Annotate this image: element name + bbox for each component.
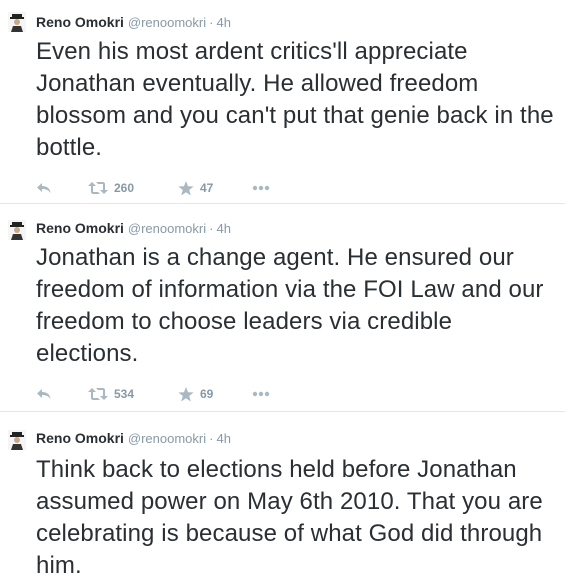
timeline: Reno Omokri @renoomokri · 4h Even his most … <box>0 0 565 579</box>
tweet-actions: 534 69 <box>36 384 555 404</box>
avatar-icon[interactable] <box>8 220 26 240</box>
retweet-count: 260 <box>114 181 135 195</box>
timestamp[interactable]: 4h <box>216 431 230 446</box>
retweet-count: 534 <box>114 387 135 401</box>
more-icon <box>252 391 270 397</box>
tweet-header: Reno Omokri @renoomokri · 4h <box>36 428 555 448</box>
more-icon <box>252 185 270 191</box>
author-handle[interactable]: @renoomokri <box>128 431 206 446</box>
favorite-count: 69 <box>200 387 214 401</box>
author-name[interactable]: Reno Omokri <box>36 220 124 236</box>
tweet-text: Think back to elections held before Jona… <box>36 456 543 579</box>
tweet[interactable]: Reno Omokri @renoomokri · 4h Jonathan is a … <box>0 204 565 412</box>
reply-button[interactable] <box>36 387 88 401</box>
tweet[interactable]: Reno Omokri @renoomokri · 4h Even his most … <box>0 0 565 204</box>
avatar-icon[interactable] <box>8 12 26 32</box>
timestamp[interactable]: 4h <box>216 221 230 236</box>
retweet-icon <box>88 387 108 401</box>
favorite-button[interactable]: 47 <box>178 180 252 196</box>
author-handle[interactable]: @renoomokri <box>128 221 206 236</box>
tweet[interactable]: Reno Omokri @renoomokri · 4h Think back to … <box>0 412 565 579</box>
more-button[interactable] <box>252 391 282 397</box>
star-icon <box>178 386 194 402</box>
separator: · <box>209 431 214 446</box>
reply-icon <box>36 387 52 401</box>
favorite-button[interactable]: 69 <box>178 386 252 402</box>
author-name[interactable]: Reno Omokri <box>36 430 124 446</box>
retweet-button[interactable]: 534 <box>88 387 178 401</box>
reply-icon <box>36 181 52 195</box>
separator: · <box>209 221 214 236</box>
separator: · <box>209 15 214 30</box>
more-button[interactable] <box>252 185 282 191</box>
tweet-header: Reno Omokri @renoomokri · 4h <box>36 12 555 32</box>
author-handle[interactable]: @renoomokri <box>128 15 206 30</box>
star-icon <box>178 180 194 196</box>
author-name[interactable]: Reno Omokri <box>36 14 124 30</box>
tweet-actions: 260 47 <box>36 178 555 198</box>
avatar-icon[interactable] <box>8 430 26 450</box>
timestamp[interactable]: 4h <box>216 15 230 30</box>
retweet-icon <box>88 181 108 195</box>
tweet-header: Reno Omokri @renoomokri · 4h <box>36 218 555 238</box>
favorite-count: 47 <box>200 181 214 195</box>
reply-button[interactable] <box>36 181 88 195</box>
retweet-button[interactable]: 260 <box>88 181 178 195</box>
tweet-text: Even his most ardent critics'll apprecia… <box>36 38 554 161</box>
tweet-text: Jonathan is a change agent. He ensured o… <box>36 244 544 367</box>
